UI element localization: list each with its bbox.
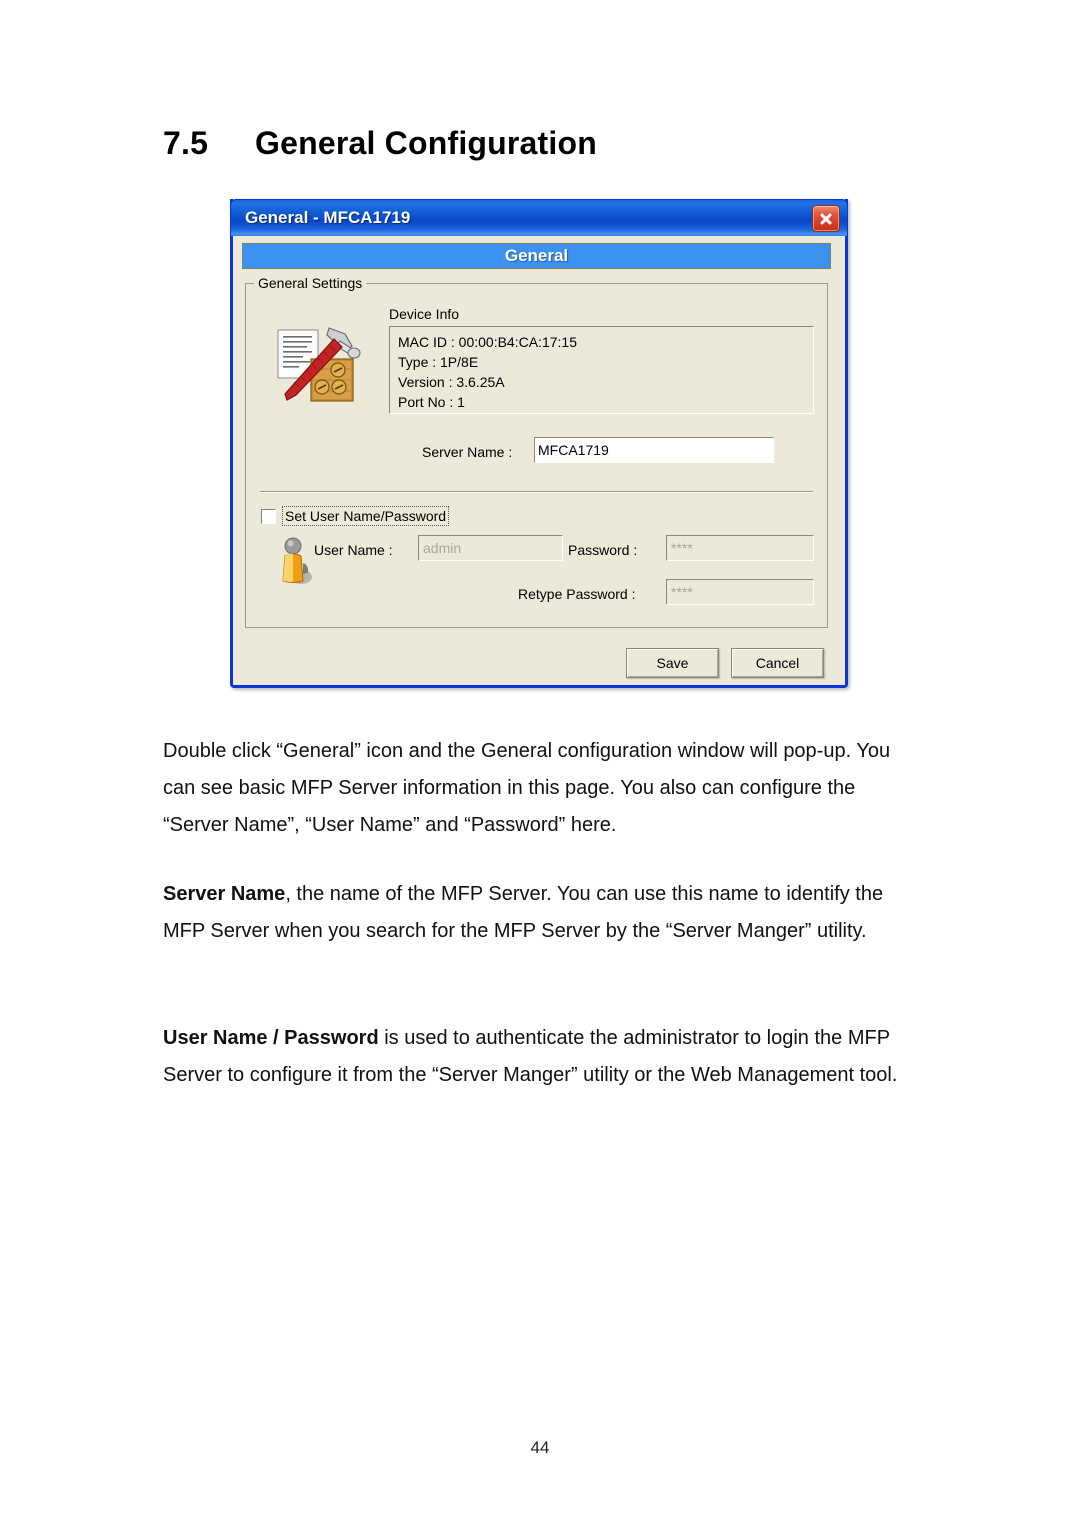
general-configuration-dialog: General - MFCA1719 General General Setti…: [230, 199, 848, 688]
tools-hammer-document-icon: [277, 327, 361, 402]
password-input[interactable]: [666, 535, 814, 561]
user-name-input[interactable]: [418, 535, 563, 561]
cancel-button[interactable]: Cancel: [731, 648, 824, 678]
page-number: 44: [530, 1438, 550, 1457]
device-info-type: Type : 1P/8E: [398, 354, 479, 370]
set-user-name-password-checkbox[interactable]: [261, 508, 276, 524]
paragraph-user-name-password: User Name / Password is used to authenti…: [163, 1027, 898, 1086]
close-icon[interactable]: [812, 205, 840, 232]
section-title: General Configuration: [255, 125, 597, 161]
paragraph-intro: Double click “General” icon and the Gene…: [163, 740, 891, 836]
save-button[interactable]: Save: [626, 648, 719, 678]
page-title: 7.5 General Configuration: [163, 125, 923, 162]
dialog-titlebar[interactable]: General - MFCA1719: [230, 199, 848, 236]
retype-password-input[interactable]: [666, 579, 814, 605]
section-divider: [260, 491, 813, 493]
device-info-port-no: Port No : 1: [398, 394, 465, 410]
server-name-label: Server Name :: [422, 444, 513, 460]
device-info-mac-id: MAC ID : 00:00:B4:CA:17:15: [398, 334, 577, 350]
paragraph-server-name: Server Name, the name of the MFP Server.…: [163, 883, 884, 942]
retype-password-label: Retype Password :: [518, 586, 636, 602]
device-info-label: Device Info: [389, 306, 460, 322]
server-name-input[interactable]: [534, 437, 774, 463]
set-user-name-password-checkbox-row[interactable]: Set User Name/Password: [261, 506, 450, 526]
device-info-version: Version : 3.6.25A: [398, 374, 505, 390]
dialog-title: General - MFCA1719: [245, 208, 411, 227]
general-settings-groupbox: General Settings Device Info MAC ID: 00…: [245, 275, 828, 628]
set-user-name-password-label: Set User Name/Password: [282, 506, 450, 526]
groupbox-title: General Settings: [254, 275, 367, 291]
dialog-client-area: General General Settings Device Info MAC…: [233, 236, 845, 685]
section-number: 7.5: [163, 125, 209, 161]
user-name-label: User Name :: [314, 542, 393, 558]
user-person-icon: [282, 537, 312, 584]
device-info-box: MAC ID : 00:00:B4:CA:17:15 Type : 1P/8E …: [389, 326, 814, 414]
password-label: Password :: [568, 542, 638, 558]
dialog-banner: General: [242, 243, 831, 269]
